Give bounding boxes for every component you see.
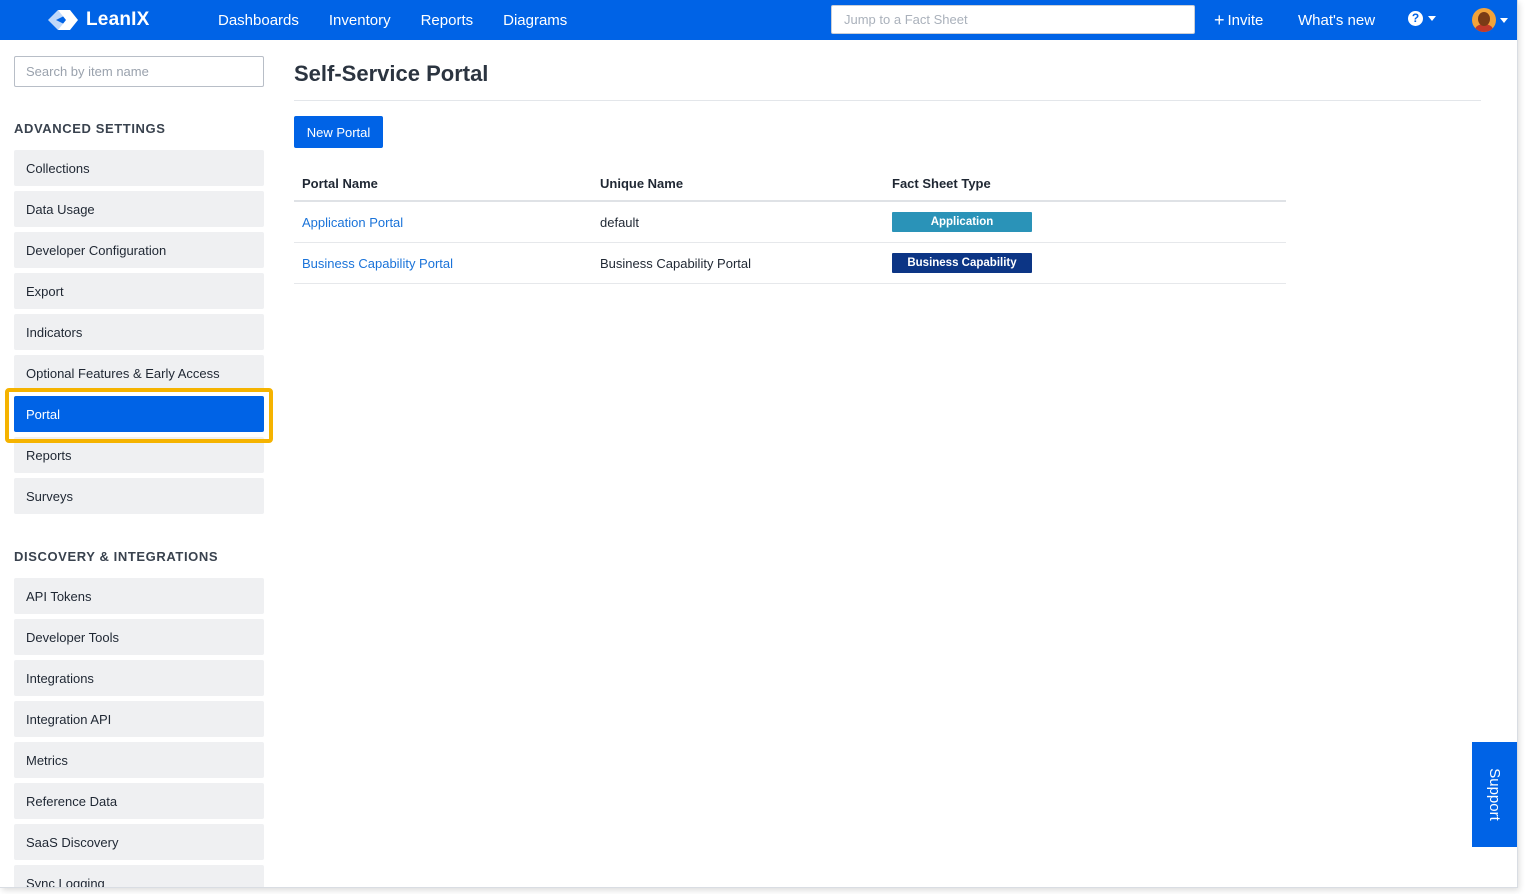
jump-to-fact-sheet-input[interactable] [831, 5, 1195, 34]
sidebar-item-integration-api[interactable]: Integration API [14, 701, 264, 737]
column-header-fact-sheet-type[interactable]: Fact Sheet Type [892, 176, 1286, 191]
sidebar-item-saas-discovery[interactable]: SaaS Discovery [14, 824, 264, 860]
fact-sheet-type-badge: Application [892, 212, 1032, 232]
logo-text: LeanIX [86, 9, 150, 30]
portal-name-link[interactable]: Business Capability Portal [302, 256, 453, 271]
table-row: Application Portal default Application [294, 202, 1286, 243]
top-navbar: LeanIX Dashboards Inventory Reports Diag… [0, 0, 1517, 40]
chevron-down-icon [1500, 17, 1508, 23]
chevron-down-icon [1428, 16, 1436, 21]
plus-icon: + [1214, 10, 1225, 30]
sidebar-item-indicators[interactable]: Indicators [14, 314, 264, 350]
unique-name-cell: default [600, 214, 640, 230]
sidebar-item-metrics[interactable]: Metrics [14, 742, 264, 778]
page-title: Self-Service Portal [294, 61, 489, 86]
discovery-integrations-list: API Tokens Developer Tools Integrations … [14, 578, 264, 887]
nav-diagrams[interactable]: Diagrams [503, 12, 567, 29]
sidebar-item-surveys[interactable]: Surveys [14, 478, 264, 514]
table-row: Business Capability Portal Business Capa… [294, 243, 1286, 284]
sidebar-item-collections[interactable]: Collections [14, 150, 264, 186]
table-header: Portal Name Unique Name Fact Sheet Type [294, 166, 1286, 202]
portal-table: Portal Name Unique Name Fact Sheet Type … [294, 166, 1286, 284]
sidebar-item-sync-logging[interactable]: Sync Logging [14, 865, 264, 887]
leanix-logo-icon [48, 10, 78, 30]
new-portal-button[interactable]: New Portal [294, 116, 383, 148]
sidebar-item-portal[interactable]: Portal [14, 396, 264, 432]
help-menu[interactable]: ? [1408, 11, 1436, 26]
sidebar-item-reference-data[interactable]: Reference Data [14, 783, 264, 819]
nav-reports[interactable]: Reports [421, 12, 474, 29]
sidebar-item-optional-features[interactable]: Optional Features & Early Access [14, 355, 264, 391]
logo[interactable]: LeanIX [46, 8, 150, 32]
support-label: Support [1486, 768, 1504, 821]
nav-dashboards[interactable]: Dashboards [218, 12, 299, 29]
advanced-settings-list: Collections Data Usage Developer Configu… [14, 150, 264, 519]
section-title-advanced-settings: ADVANCED SETTINGS [14, 121, 166, 136]
whats-new-link[interactable]: What's new [1298, 0, 1375, 40]
sidebar-item-developer-tools[interactable]: Developer Tools [14, 619, 264, 655]
section-title-discovery-integrations: DISCOVERY & INTEGRATIONS [14, 549, 219, 564]
sidebar-item-integrations[interactable]: Integrations [14, 660, 264, 696]
main-nav: Dashboards Inventory Reports Diagrams [218, 0, 597, 40]
title-divider [294, 100, 1481, 101]
help-icon: ? [1408, 11, 1423, 26]
avatar [1472, 8, 1496, 32]
user-menu[interactable] [1472, 8, 1508, 32]
invite-label: Invite [1227, 11, 1264, 29]
unique-name-cell: Business Capability Portal [600, 255, 752, 271]
column-header-unique-name[interactable]: Unique Name [600, 176, 892, 191]
invite-button[interactable]: + Invite [1214, 0, 1263, 40]
nav-inventory[interactable]: Inventory [329, 12, 391, 29]
portal-name-link[interactable]: Application Portal [302, 215, 403, 230]
sidebar-search-input[interactable] [14, 56, 264, 87]
sidebar-item-export[interactable]: Export [14, 273, 264, 309]
sidebar-item-developer-configuration[interactable]: Developer Configuration [14, 232, 264, 268]
column-header-portal-name[interactable]: Portal Name [294, 176, 600, 191]
sidebar-item-api-tokens[interactable]: API Tokens [14, 578, 264, 614]
settings-sidebar: ADVANCED SETTINGS Collections Data Usage… [14, 56, 264, 887]
app-window: LeanIX Dashboards Inventory Reports Diag… [0, 0, 1517, 887]
sidebar-item-reports[interactable]: Reports [14, 437, 264, 473]
sidebar-item-data-usage[interactable]: Data Usage [14, 191, 264, 227]
fact-sheet-type-badge: Business Capability [892, 253, 1032, 273]
support-button[interactable]: Support [1472, 742, 1517, 847]
